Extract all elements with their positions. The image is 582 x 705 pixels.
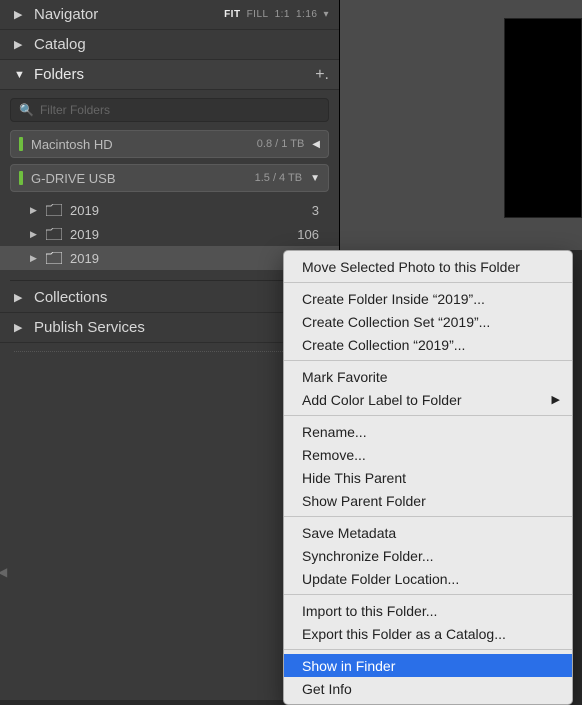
folder-icon xyxy=(46,204,62,216)
disclosure-right-icon: ▶ xyxy=(14,291,26,304)
disclosure-down-icon: ▼ xyxy=(14,69,26,81)
panel-label: Collections xyxy=(34,289,320,306)
menu-move-photo[interactable]: Move Selected Photo to this Folder xyxy=(284,255,572,278)
filter-placeholder: Filter Folders xyxy=(40,103,110,117)
menu-create-collection-set[interactable]: Create Collection Set “2019”... xyxy=(284,310,572,333)
menu-rename[interactable]: Rename... xyxy=(284,420,572,443)
disclosure-down-icon[interactable]: ▼ xyxy=(310,173,320,184)
folder-count: 106 xyxy=(297,227,319,242)
add-folder-icon[interactable]: +. xyxy=(315,66,329,84)
folder-name: 2019 xyxy=(70,251,319,266)
zoom-controls[interactable]: FITFILL1:11:16▾ xyxy=(218,9,329,20)
menu-separator xyxy=(284,649,572,650)
menu-show-parent[interactable]: Show Parent Folder xyxy=(284,489,572,512)
menu-export-catalog[interactable]: Export this Folder as a Catalog... xyxy=(284,622,572,645)
filter-folders-input[interactable]: 🔍 Filter Folders xyxy=(10,98,329,122)
disclosure-right-icon: ▶ xyxy=(30,229,40,240)
divider-dots xyxy=(14,351,325,355)
divider xyxy=(10,280,329,281)
menu-save-metadata[interactable]: Save Metadata xyxy=(284,521,572,544)
disclosure-left-icon[interactable]: ◀ xyxy=(312,139,320,150)
image-preview xyxy=(504,18,582,218)
volume-status-light xyxy=(19,137,23,151)
volume-row[interactable]: Macintosh HD 0.8 / 1 TB ◀ xyxy=(10,130,329,158)
panel-catalog[interactable]: ▶ Catalog xyxy=(0,30,339,60)
volume-name: Macintosh HD xyxy=(31,137,257,152)
volume-row[interactable]: G-DRIVE USB 1.5 / 4 TB ▼ xyxy=(10,164,329,192)
folder-name: 2019 xyxy=(70,203,312,218)
disclosure-right-icon: ▶ xyxy=(30,205,40,216)
panel-navigator[interactable]: ▶ Navigator FITFILL1:11:16▾ xyxy=(0,0,339,30)
folder-row[interactable]: ▶ 2019 106 xyxy=(0,222,339,246)
folder-name: 2019 xyxy=(70,227,297,242)
menu-separator xyxy=(284,516,572,517)
preview-area xyxy=(340,0,582,250)
menu-separator xyxy=(284,360,572,361)
menu-show-in-finder[interactable]: Show in Finder xyxy=(284,654,572,677)
panel-label: Folders xyxy=(34,66,315,83)
menu-color-label[interactable]: Add Color Label to Folder▶ xyxy=(284,388,572,411)
panel-folders[interactable]: ▼ Folders +. xyxy=(0,60,339,90)
collapse-handle-icon[interactable]: ◀ xyxy=(0,565,7,579)
volume-stat: 0.8 / 1 TB xyxy=(257,138,305,150)
menu-mark-favorite[interactable]: Mark Favorite xyxy=(284,365,572,388)
chevron-right-icon: ▶ xyxy=(552,393,560,406)
menu-separator xyxy=(284,282,572,283)
volume-status-light xyxy=(19,171,23,185)
panel-label: Navigator xyxy=(34,6,218,23)
context-menu: Move Selected Photo to this Folder Creat… xyxy=(283,250,573,705)
panel-label: Publish Services xyxy=(34,319,320,336)
menu-create-collection[interactable]: Create Collection “2019”... xyxy=(284,333,572,356)
menu-synchronize[interactable]: Synchronize Folder... xyxy=(284,544,572,567)
disclosure-right-icon: ▶ xyxy=(30,253,40,264)
menu-update-location[interactable]: Update Folder Location... xyxy=(284,567,572,590)
menu-separator xyxy=(284,415,572,416)
menu-remove[interactable]: Remove... xyxy=(284,443,572,466)
folder-count: 3 xyxy=(312,203,319,218)
volume-name: G-DRIVE USB xyxy=(31,171,255,186)
folder-icon xyxy=(46,252,62,264)
disclosure-right-icon: ▶ xyxy=(14,38,26,51)
menu-get-info[interactable]: Get Info xyxy=(284,677,572,700)
disclosure-right-icon: ▶ xyxy=(14,8,26,21)
menu-create-folder-inside[interactable]: Create Folder Inside “2019”... xyxy=(284,287,572,310)
menu-import[interactable]: Import to this Folder... xyxy=(284,599,572,622)
disclosure-right-icon: ▶ xyxy=(14,321,26,334)
search-icon: 🔍 xyxy=(19,103,34,117)
volume-stat: 1.5 / 4 TB xyxy=(255,172,303,184)
panel-label: Catalog xyxy=(34,36,329,53)
folder-row[interactable]: ▶ 2019 3 xyxy=(0,198,339,222)
folder-icon xyxy=(46,228,62,240)
menu-hide-parent[interactable]: Hide This Parent xyxy=(284,466,572,489)
menu-separator xyxy=(284,594,572,595)
